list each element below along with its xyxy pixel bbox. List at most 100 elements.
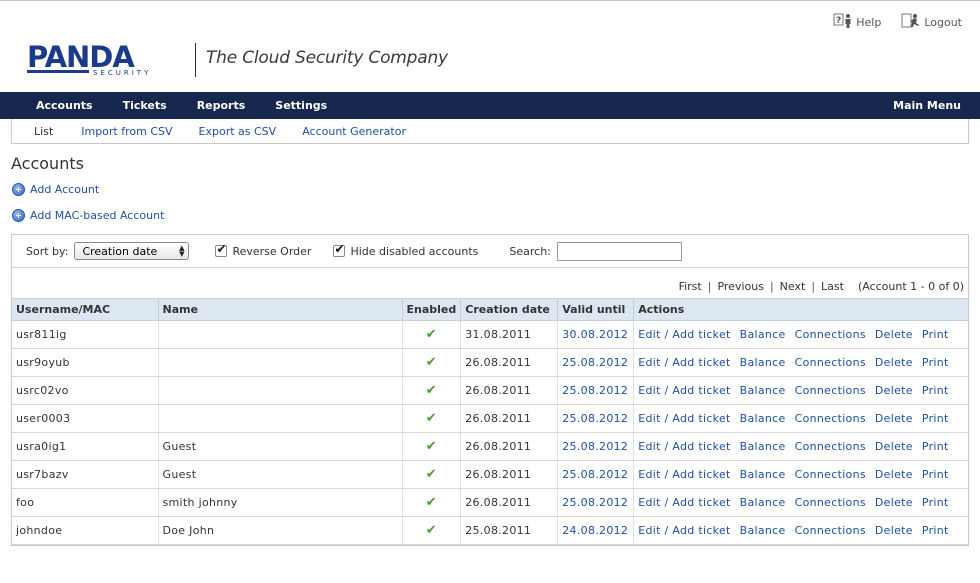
connections-link[interactable]: Connections bbox=[795, 496, 866, 509]
balance-link[interactable]: Balance bbox=[740, 412, 786, 425]
cell-actions: Edit / Add ticket Balance Connections Delet… bbox=[633, 320, 968, 349]
connections-link[interactable]: Connections bbox=[795, 384, 866, 397]
cell-creation-date: 26.08.2011 bbox=[460, 432, 559, 461]
balance-link[interactable]: Balance bbox=[740, 440, 786, 453]
cell-valid-until: 25.08.2012 bbox=[557, 460, 635, 489]
pager-info: (Account 1 - 0 of 0) bbox=[857, 280, 964, 293]
hide-disabled-checkbox[interactable] bbox=[333, 242, 346, 257]
edit-add-ticket-link[interactable]: Edit / Add ticket bbox=[638, 496, 730, 509]
col-valid-until[interactable]: Valid until bbox=[557, 298, 635, 321]
main-navbar: Accounts Tickets Reports Settings Main M… bbox=[0, 92, 980, 119]
edit-add-ticket-link[interactable]: Edit / Add ticket bbox=[638, 384, 730, 397]
cell-valid-until: 25.08.2012 bbox=[557, 376, 635, 405]
cell-creation-date: 25.08.2011 bbox=[460, 516, 559, 545]
edit-add-ticket-link[interactable]: Edit / Add ticket bbox=[638, 328, 730, 341]
valid-until-link[interactable]: 25.08.2012 bbox=[562, 412, 628, 425]
cell-actions: Edit / Add ticket Balance Connections Delet… bbox=[633, 516, 968, 545]
search-label: Search: bbox=[509, 244, 551, 258]
pager-previous[interactable]: Previous bbox=[717, 280, 764, 293]
subnav-list[interactable]: List bbox=[12, 125, 68, 138]
edit-add-ticket-link[interactable]: Edit / Add ticket bbox=[638, 524, 730, 537]
connections-link[interactable]: Connections bbox=[795, 468, 866, 481]
delete-link[interactable]: Delete bbox=[875, 524, 913, 537]
print-link[interactable]: Print bbox=[922, 328, 949, 341]
delete-link[interactable]: Delete bbox=[875, 356, 913, 369]
subnav-import-csv[interactable]: Import from CSV bbox=[68, 125, 185, 138]
edit-add-ticket-link[interactable]: Edit / Add ticket bbox=[638, 356, 730, 369]
col-name[interactable]: Name bbox=[158, 298, 403, 321]
print-link[interactable]: Print bbox=[922, 440, 949, 453]
logout-label: Logout bbox=[924, 16, 962, 29]
connections-link[interactable]: Connections bbox=[795, 524, 866, 537]
table-row: user0003 ✔ 26.08.2011 25.08.2012 Edit / Add … bbox=[12, 404, 968, 433]
connections-link[interactable]: Connections bbox=[795, 328, 866, 341]
print-link[interactable]: Print bbox=[922, 468, 949, 481]
connections-link[interactable]: Connections bbox=[795, 356, 866, 369]
col-enabled[interactable]: Enabled bbox=[402, 298, 462, 321]
cell-valid-until: 24.08.2012 bbox=[557, 516, 635, 545]
valid-until-link[interactable]: 25.08.2012 bbox=[562, 356, 628, 369]
delete-link[interactable]: Delete bbox=[875, 468, 913, 481]
valid-until-link[interactable]: 24.08.2012 bbox=[562, 524, 628, 537]
page-title: Accounts bbox=[11, 154, 84, 173]
connections-link[interactable]: Connections bbox=[795, 440, 866, 453]
checkmark-icon: ✔ bbox=[402, 348, 462, 377]
edit-add-ticket-link[interactable]: Edit / Add ticket bbox=[638, 440, 730, 453]
nav-settings[interactable]: Settings bbox=[260, 99, 342, 112]
valid-until-link[interactable]: 25.08.2012 bbox=[562, 440, 628, 453]
balance-link[interactable]: Balance bbox=[740, 524, 786, 537]
hide-disabled-option[interactable]: Hide disabled accounts bbox=[333, 242, 478, 258]
print-link[interactable]: Print bbox=[922, 384, 949, 397]
checkmark-icon: ✔ bbox=[402, 460, 462, 489]
help-link[interactable]: ? Help bbox=[833, 13, 881, 29]
reverse-order-option[interactable]: Reverse Order bbox=[215, 242, 311, 258]
cell-actions: Edit / Add ticket Balance Connections Delet… bbox=[633, 432, 968, 461]
valid-until-link[interactable]: 25.08.2012 bbox=[562, 496, 628, 509]
balance-link[interactable]: Balance bbox=[740, 328, 786, 341]
nav-reports[interactable]: Reports bbox=[182, 99, 261, 112]
col-actions: Actions bbox=[633, 298, 968, 321]
add-account-link[interactable]: Add Account bbox=[12, 183, 99, 196]
pager-next[interactable]: Next bbox=[780, 280, 806, 293]
print-link[interactable]: Print bbox=[922, 524, 949, 537]
subnav-export-csv[interactable]: Export as CSV bbox=[186, 125, 290, 138]
print-link[interactable]: Print bbox=[922, 356, 949, 369]
edit-add-ticket-link[interactable]: Edit / Add ticket bbox=[638, 412, 730, 425]
delete-link[interactable]: Delete bbox=[875, 440, 913, 453]
balance-link[interactable]: Balance bbox=[740, 384, 786, 397]
cell-username: johndoe bbox=[12, 516, 159, 545]
delete-link[interactable]: Delete bbox=[875, 496, 913, 509]
edit-add-ticket-link[interactable]: Edit / Add ticket bbox=[638, 468, 730, 481]
delete-link[interactable]: Delete bbox=[875, 412, 913, 425]
cell-creation-date: 26.08.2011 bbox=[460, 376, 559, 405]
valid-until-link[interactable]: 30.08.2012 bbox=[562, 328, 628, 341]
reverse-order-checkbox[interactable] bbox=[215, 242, 228, 257]
cell-actions: Edit / Add ticket Balance Connections Delet… bbox=[633, 488, 968, 517]
print-link[interactable]: Print bbox=[922, 496, 949, 509]
sort-select[interactable]: Creation date ▲ ▼ bbox=[74, 242, 190, 260]
balance-link[interactable]: Balance bbox=[740, 356, 786, 369]
connections-link[interactable]: Connections bbox=[795, 412, 866, 425]
pager-first[interactable]: First bbox=[679, 280, 702, 293]
delete-link[interactable]: Delete bbox=[875, 328, 913, 341]
delete-link[interactable]: Delete bbox=[875, 384, 913, 397]
print-link[interactable]: Print bbox=[922, 412, 949, 425]
main-menu-link[interactable]: Main Menu bbox=[893, 92, 961, 119]
subnav-account-generator[interactable]: Account Generator bbox=[289, 125, 419, 138]
pager-last[interactable]: Last bbox=[821, 280, 844, 293]
search-input[interactable] bbox=[556, 241, 682, 261]
balance-link[interactable]: Balance bbox=[740, 496, 786, 509]
balance-link[interactable]: Balance bbox=[740, 468, 786, 481]
cell-creation-date: 26.08.2011 bbox=[460, 488, 559, 517]
logout-link[interactable]: Logout bbox=[901, 13, 962, 29]
valid-until-link[interactable]: 25.08.2012 bbox=[562, 468, 628, 481]
col-username[interactable]: Username/MAC bbox=[12, 298, 159, 321]
table-row: usr9oyub ✔ 26.08.2011 25.08.2012 Edit / Add … bbox=[12, 348, 968, 377]
col-creation-date[interactable]: Creation date bbox=[460, 298, 559, 321]
cell-name bbox=[158, 376, 403, 405]
add-mac-account-link[interactable]: Add MAC-based Account bbox=[12, 209, 164, 222]
panda-logo[interactable]: PANDA SECURITY bbox=[27, 40, 187, 80]
nav-accounts[interactable]: Accounts bbox=[0, 99, 108, 112]
valid-until-link[interactable]: 25.08.2012 bbox=[562, 384, 628, 397]
nav-tickets[interactable]: Tickets bbox=[108, 99, 182, 112]
